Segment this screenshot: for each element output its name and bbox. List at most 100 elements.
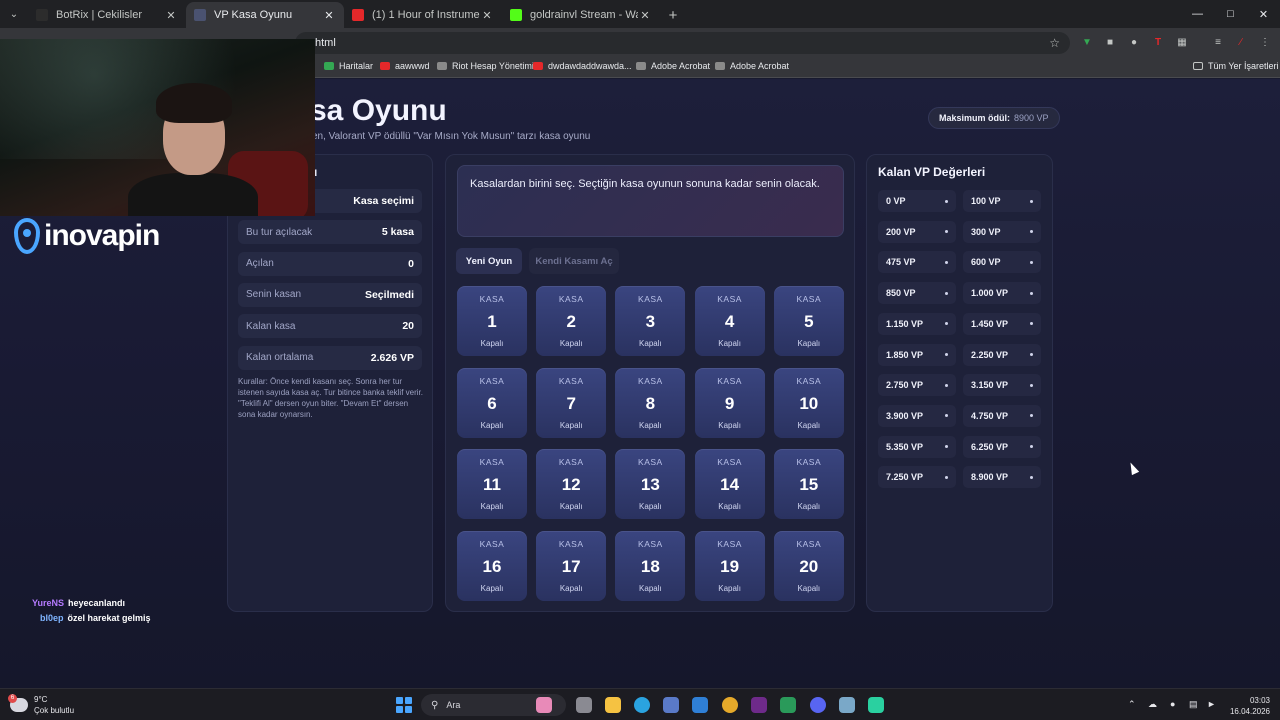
case-1[interactable]: KASA 1 Kapalı bbox=[457, 286, 527, 356]
app-green-icon[interactable] bbox=[868, 697, 884, 713]
case-status: Kapalı bbox=[639, 339, 662, 348]
extensions-puzzle-icon[interactable]: ▦ bbox=[1175, 35, 1189, 49]
case-label: KASA bbox=[479, 375, 505, 386]
case-19[interactable]: KASA 19 Kapalı bbox=[694, 530, 765, 601]
bookmark-item[interactable]: dwdawdaddwawda... bbox=[533, 61, 632, 71]
cases-panel: Kasalardan birini seç. Seçtiğin kasa oyu… bbox=[445, 154, 855, 612]
profile-icon[interactable]: ∕ bbox=[1234, 35, 1248, 49]
address-bar[interactable]: html ☆ bbox=[295, 32, 1070, 54]
tab-close-icon[interactable]: ✕ bbox=[480, 9, 494, 22]
chrome-menu-icon[interactable]: ⋮ bbox=[1258, 35, 1272, 49]
bookmark-item[interactable]: Haritalar bbox=[324, 61, 373, 71]
minimize-icon[interactable]: — bbox=[1181, 0, 1214, 28]
case-2[interactable]: KASA 2 Kapalı bbox=[536, 286, 607, 356]
stat-value: Seçilmedi bbox=[364, 288, 414, 301]
file-explorer-icon[interactable] bbox=[605, 697, 621, 713]
case-number: 10 bbox=[799, 393, 819, 413]
case-9[interactable]: KASA 9 Kapalı bbox=[694, 367, 765, 438]
logo-text: inovapin bbox=[44, 219, 160, 252]
case-number: 20 bbox=[799, 556, 819, 576]
browser-tab[interactable]: VP Kasa Oyunu ✕ bbox=[186, 2, 344, 28]
extension-cat-icon[interactable]: ● bbox=[1127, 35, 1141, 49]
weather-description: Çok bulutlu bbox=[34, 706, 75, 715]
tab-search-chevron-icon[interactable]: ⌄ bbox=[0, 0, 28, 28]
maximize-icon[interactable]: □ bbox=[1214, 0, 1247, 28]
media-icon[interactable]: ≡ bbox=[1211, 35, 1225, 49]
all-bookmarks-button[interactable]: Tüm Yer İşaretleri bbox=[1193, 61, 1279, 71]
all-bookmarks-label: Tüm Yer İşaretleri bbox=[1208, 61, 1279, 71]
network-icon[interactable]: ▤ bbox=[1189, 699, 1198, 710]
bookmark-item[interactable]: Adobe Acrobat bbox=[715, 61, 789, 71]
outlook-icon[interactable] bbox=[692, 697, 708, 713]
browser-tab[interactable]: (1) 1 Hour of Instrumental Acti✕ bbox=[344, 2, 502, 28]
browser-tab[interactable]: BotRix | Cekilisler ✕ bbox=[28, 2, 186, 28]
extension-icon[interactable]: ■ bbox=[1103, 35, 1117, 49]
case-6[interactable]: KASA 6 Kapalı bbox=[457, 367, 527, 438]
case-15[interactable]: KASA 15 Kapalı bbox=[773, 449, 844, 519]
tab-close-icon[interactable]: ✕ bbox=[164, 9, 178, 22]
tab-close-icon[interactable]: ✕ bbox=[638, 9, 652, 22]
app-gear-icon[interactable] bbox=[839, 697, 855, 713]
case-status: Kapalı bbox=[559, 502, 583, 511]
app-icon[interactable] bbox=[780, 697, 796, 713]
task-view-icon[interactable] bbox=[576, 697, 592, 713]
case-5[interactable]: KASA 5 Kapalı bbox=[773, 286, 844, 356]
vp-value: 300 VP bbox=[971, 226, 1001, 237]
page-title: sa Oyunu bbox=[310, 94, 447, 127]
case-10[interactable]: KASA 10 Kapalı bbox=[773, 367, 844, 438]
status-panel: u Kasa seçimiBu tur açılacak5 kasaAçılan… bbox=[227, 154, 433, 612]
case-8[interactable]: KASA 8 Kapalı bbox=[615, 367, 686, 438]
case-status: Kapalı bbox=[718, 583, 741, 593]
bookmark-item[interactable]: aawwwd bbox=[380, 61, 430, 71]
vp-dot-icon bbox=[1030, 199, 1033, 203]
case-13[interactable]: KASA 13 Kapalı bbox=[615, 449, 686, 519]
open-own-case-button[interactable]: Kendi Kasamı Aç bbox=[529, 248, 619, 274]
case-number: 13 bbox=[640, 475, 660, 494]
store-icon[interactable] bbox=[663, 697, 679, 713]
microphone-icon[interactable]: ● bbox=[1170, 699, 1175, 709]
case-7[interactable]: KASA 7 Kapalı bbox=[536, 367, 607, 438]
case-status: Kapalı bbox=[480, 502, 504, 511]
edge-icon[interactable] bbox=[634, 697, 650, 713]
onedrive-icon[interactable]: ☁ bbox=[1148, 699, 1157, 710]
case-number: 4 bbox=[724, 312, 735, 331]
case-status: Kapalı bbox=[480, 583, 504, 593]
case-17[interactable]: KASA 17 Kapalı bbox=[536, 530, 607, 601]
browser-tab[interactable]: goldrainvl Stream - Watch Live✕ bbox=[502, 2, 660, 28]
vp-dot-icon bbox=[1030, 291, 1033, 295]
vp-value-item: 3.900 VP bbox=[878, 404, 956, 427]
case-3[interactable]: KASA 3 Kapalı bbox=[615, 286, 686, 356]
case-label: KASA bbox=[796, 375, 822, 386]
case-11[interactable]: KASA 11 Kapalı bbox=[457, 449, 527, 519]
new-tab-button[interactable]: + bbox=[660, 2, 686, 28]
new-game-button[interactable]: Yeni Oyun bbox=[456, 248, 522, 274]
weather-widget[interactable]: 6 9°C Çok bulutlu bbox=[8, 694, 75, 716]
extension-shield-icon[interactable]: ▼ bbox=[1080, 35, 1094, 49]
tray-chevron-icon[interactable]: ⌃ bbox=[1128, 699, 1136, 710]
case-20[interactable]: KASA 20 Kapalı bbox=[773, 530, 844, 601]
discord-icon[interactable] bbox=[810, 697, 826, 713]
bookmark-item[interactable]: Adobe Acrobat bbox=[636, 61, 710, 71]
vp-value: 1.450 VP bbox=[971, 318, 1009, 329]
case-18[interactable]: KASA 18 Kapalı bbox=[615, 530, 686, 601]
stat-row: Kalan ortalama 2.626 VP bbox=[238, 345, 422, 370]
vp-value: 5.350 VP bbox=[886, 441, 924, 452]
chrome-icon[interactable] bbox=[722, 697, 738, 713]
case-14[interactable]: KASA 14 Kapalı bbox=[694, 449, 765, 519]
case-4[interactable]: KASA 4 Kapalı bbox=[694, 286, 765, 356]
extension-tp-icon[interactable]: T bbox=[1151, 35, 1165, 49]
bookmark-item[interactable]: Riot Hesap Yönetimi bbox=[437, 61, 534, 71]
premiere-icon[interactable] bbox=[751, 697, 767, 713]
case-12[interactable]: KASA 12 Kapalı bbox=[536, 449, 607, 519]
clock[interactable]: 03:03 16.04.2026 bbox=[1226, 695, 1270, 717]
bookmark-star-icon[interactable]: ☆ bbox=[1049, 36, 1060, 50]
close-window-icon[interactable]: ✕ bbox=[1247, 0, 1280, 28]
volume-icon[interactable]: ► bbox=[1207, 699, 1216, 709]
case-status: Kapalı bbox=[639, 583, 662, 593]
tab-close-icon[interactable]: ✕ bbox=[322, 9, 336, 22]
vp-value: 0 VP bbox=[886, 196, 906, 206]
vp-dot-icon bbox=[1030, 260, 1033, 264]
vp-value: 1.150 VP bbox=[886, 318, 924, 329]
start-button[interactable] bbox=[396, 697, 412, 713]
case-16[interactable]: KASA 16 Kapalı bbox=[457, 530, 527, 601]
